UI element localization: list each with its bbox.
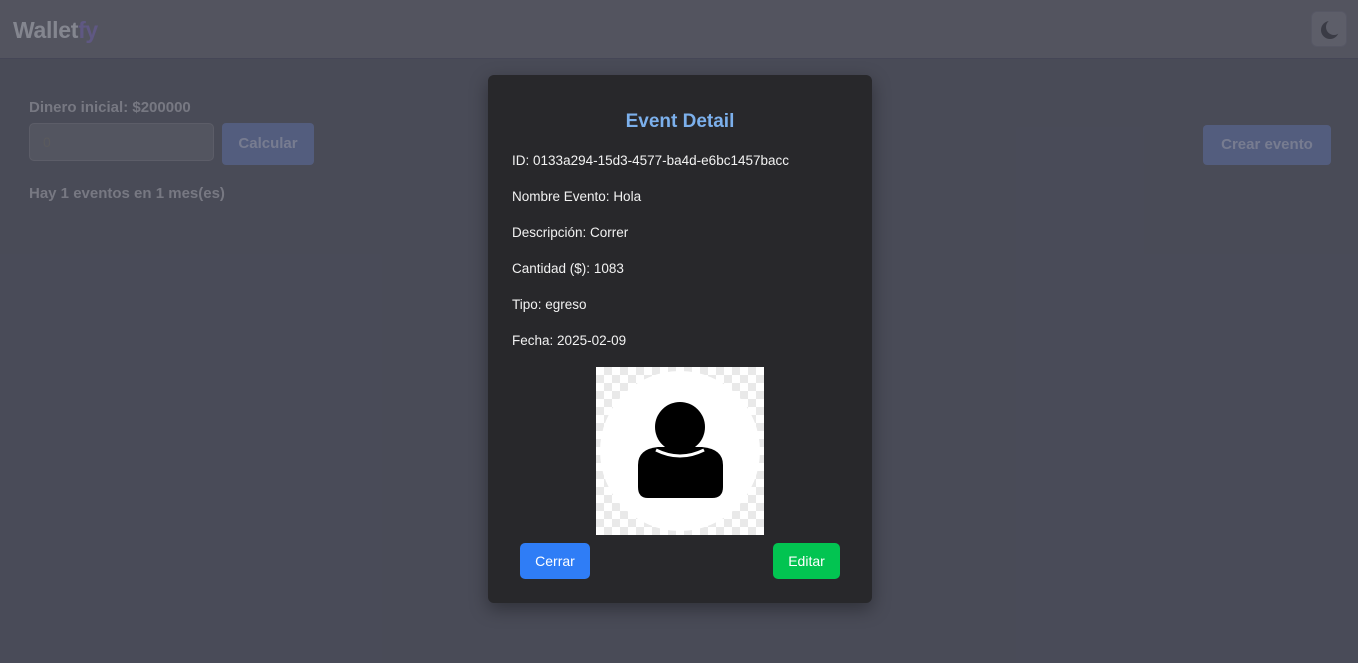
detail-value: 0133a294-15d3-4577-ba4d-e6bc1457bacc <box>533 153 789 168</box>
detail-value: 1083 <box>593 261 624 276</box>
detail-nombre: Nombre Evento: Hola <box>512 189 641 204</box>
app-root: Walletfy Dinero inicial: $200000 Calcula… <box>0 0 1358 663</box>
detail-label: Nombre Evento: <box>512 189 610 204</box>
detail-label: Cantidad ($): <box>512 261 591 276</box>
event-detail-modal: Event Detail ID: 0133a294-15d3-4577-ba4d… <box>488 75 872 603</box>
detail-fecha: Fecha: 2025-02-09 <box>512 333 626 348</box>
detail-label: Descripción: <box>512 225 587 240</box>
event-image <box>596 367 764 535</box>
detail-value: Hola <box>613 189 642 204</box>
detail-id: ID: 0133a294-15d3-4577-ba4d-e6bc1457bacc <box>512 153 789 168</box>
editar-button[interactable]: Editar <box>773 543 840 579</box>
cerrar-button[interactable]: Cerrar <box>520 543 590 579</box>
detail-value: egreso <box>545 297 587 312</box>
detail-cantidad: Cantidad ($): 1083 <box>512 261 624 276</box>
detail-descripcion: Descripción: Correr <box>512 225 628 240</box>
detail-value: Correr <box>590 225 629 240</box>
detail-tipo: Tipo: egreso <box>512 297 587 312</box>
modal-title: Event Detail <box>625 111 735 132</box>
detail-label: Fecha: <box>512 333 554 348</box>
detail-label: Tipo: <box>512 297 542 312</box>
detail-label: ID: <box>512 153 530 168</box>
detail-value: 2025-02-09 <box>557 333 627 348</box>
user-avatar-icon <box>638 402 723 498</box>
